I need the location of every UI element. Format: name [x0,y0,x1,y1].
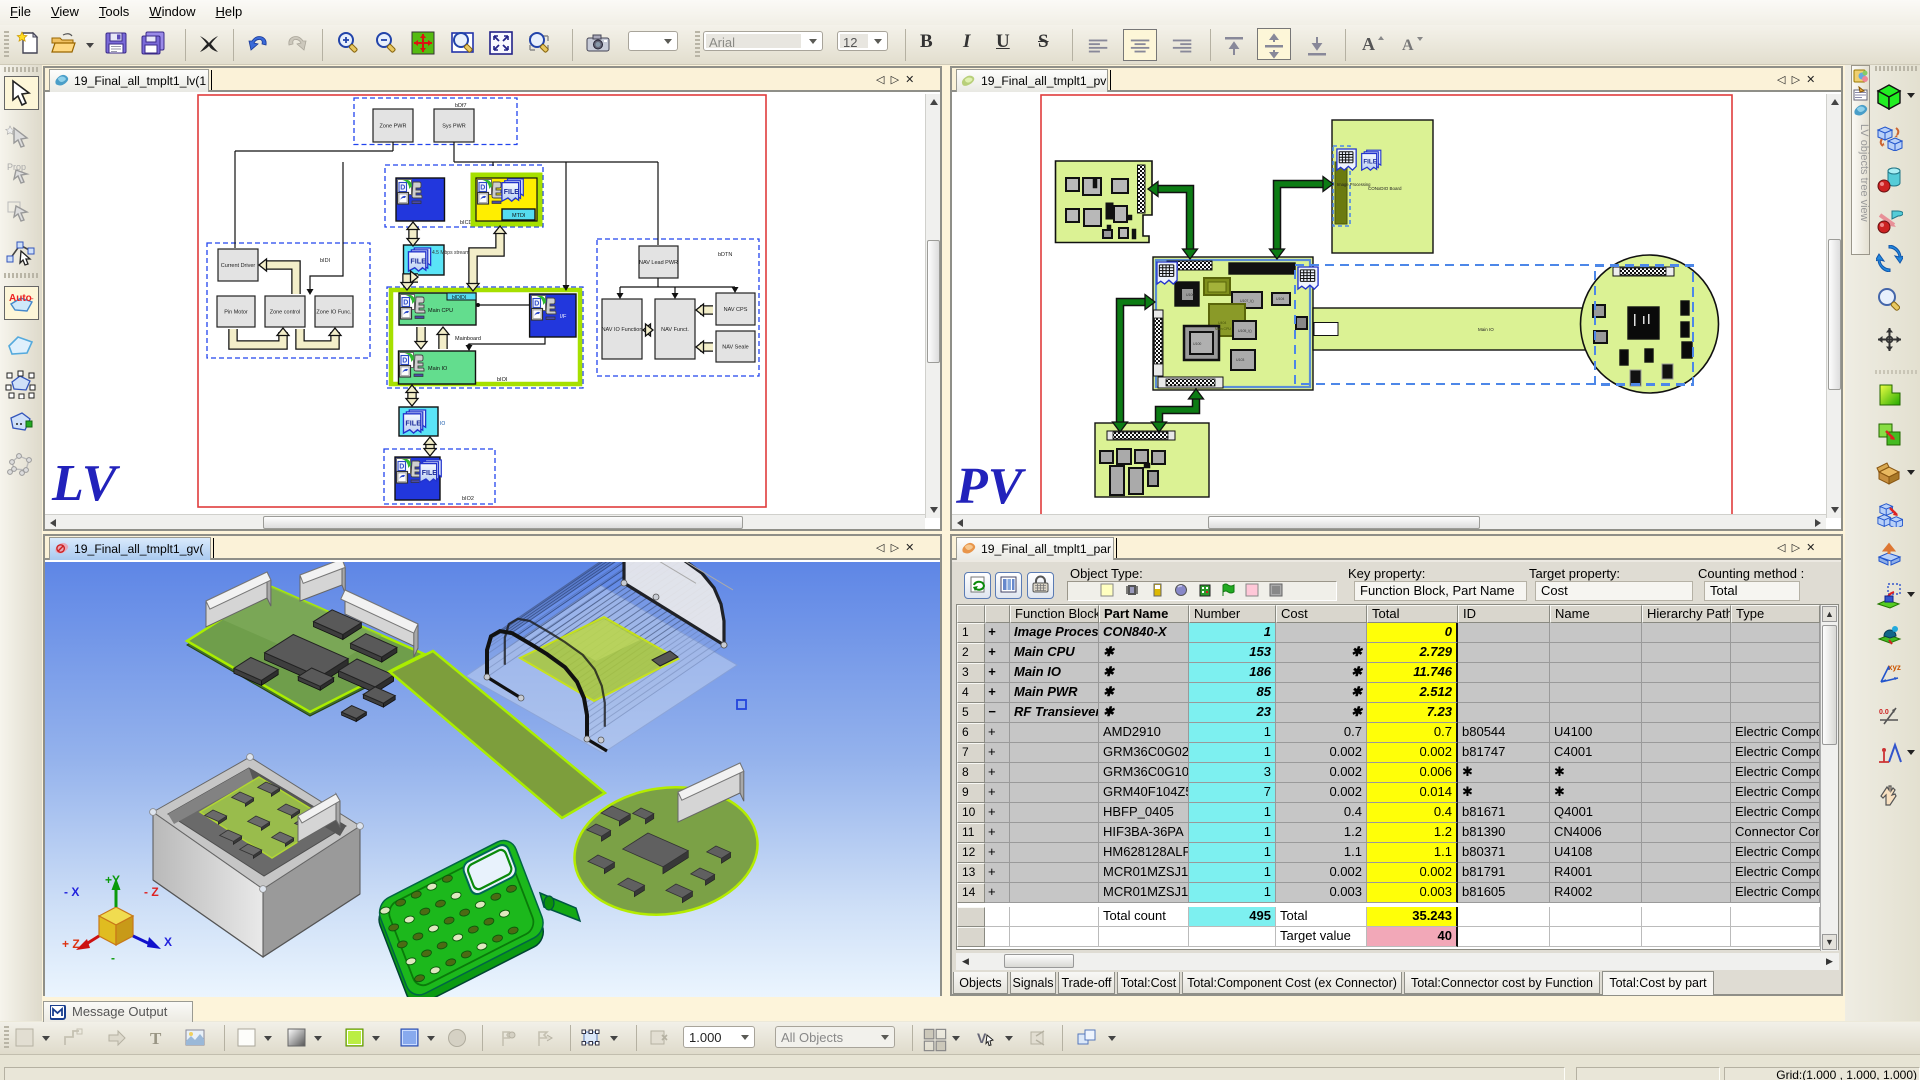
svg-text:bIDI: bIDI [320,258,331,264]
svg-text:U404: U404 [1218,321,1226,325]
svg-text:bIOI: bIOI [497,377,508,383]
svg-text:X: X [164,935,172,949]
svg-text:Main IO: Main IO [428,366,448,372]
svg-text:xyz: xyz [1888,663,1901,672]
svg-text:NAV Lead PWR: NAV Lead PWR [639,260,678,266]
svg-text:bIDIDI: bIDIDI [452,295,466,301]
svg-text:U105_I(): U105_I() [1238,329,1252,333]
svg-text:I/F: I/F [560,314,567,320]
svg-text:- X: - X [64,885,79,899]
svg-text:Mainboard: Mainboard [455,336,481,342]
svg-text:Image Processing: Image Processing [1337,182,1371,187]
svg-text:LV: LV [51,455,121,512]
svg-text:NAV CPS: NAV CPS [724,307,748,313]
svg-text:CONxDIO Board: CONxDIO Board [1368,186,1402,191]
svg-text:-: - [111,951,115,965]
svg-text:NAV Funct.: NAV Funct. [661,327,689,333]
svg-text:0.0: 0.0 [1879,709,1889,716]
svg-text:- Z: - Z [144,885,159,899]
svg-text:U107_I(): U107_I() [1240,299,1254,303]
svg-text:Sys PWR: Sys PWR [442,124,466,130]
svg-text:A: A [1402,37,1414,54]
svg-text:U100: U100 [1193,342,1201,346]
svg-text:Zone IO Func.: Zone IO Func. [316,310,352,316]
svg-text:Zone PWR: Zone PWR [380,124,407,130]
svg-text:bIO2: bIO2 [462,496,474,502]
svg-text:MTDI: MTDI [512,213,526,219]
svg-text:Main IO: Main IO [1478,327,1494,332]
svg-text:bDTN: bDTN [718,252,732,258]
svg-text:U100: U100 [1186,293,1194,297]
svg-text:U104: U104 [1276,297,1284,301]
svg-text:PV: PV [955,458,1027,515]
svg-text:Main CPU: Main CPU [1215,327,1231,331]
svg-text:Pin Motor: Pin Motor [224,310,248,316]
svg-text:+Y: +Y [105,873,120,887]
svg-text:Zone control: Zone control [270,310,301,316]
svg-text:A: A [1362,34,1375,54]
svg-text:IO: IO [440,421,445,427]
svg-text:Main CPU: Main CPU [428,308,453,314]
svg-text:-: - [31,294,34,303]
svg-text:Current Driver: Current Driver [221,263,256,269]
svg-text:bDf7: bDf7 [455,103,467,109]
svg-text:T: T [150,1029,162,1048]
svg-text:NAV IO Function: NAV IO Function [602,327,643,333]
svg-text:+ Z: + Z [62,937,80,951]
svg-text:NAV Seale: NAV Seale [722,345,749,351]
svg-text:U103: U103 [1236,358,1244,362]
svg-text:Auto: Auto [9,293,32,304]
